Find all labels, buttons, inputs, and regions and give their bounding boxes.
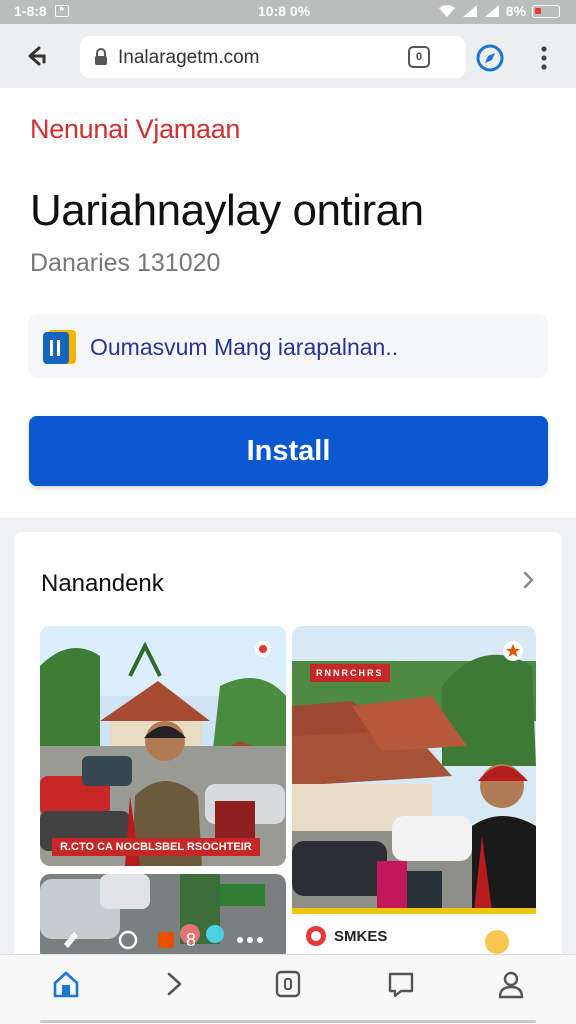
screenshot-image-3[interactable]: 8 [40,874,286,962]
back-arrow-icon[interactable] [22,40,54,72]
address-bar[interactable]: Inalaragetm.com 0 [80,36,466,78]
info-text: Oumasvum Mang iarapalnan.. [90,334,399,360]
battery-icon [532,4,560,18]
status-center: 10:8 0% [258,3,311,19]
signal-icon [462,5,477,17]
section-title: Nanandenk [41,570,164,597]
app-icon [43,330,76,364]
emoji-icon [485,930,509,954]
home-icon[interactable] [51,969,81,999]
svg-text:8: 8 [186,930,196,950]
tabs-icon[interactable] [273,969,303,999]
screenshot-image-2[interactable]: RNNRCHRS SMKES [292,626,536,956]
status-bar: 1-8:8 ⚑ 10:8 0% 8% [0,0,576,24]
browser-toolbar: Inalaragetm.com 0 [0,24,576,88]
app-title: Uariahnaylay ontiran [30,186,424,235]
lock-icon [95,48,107,65]
home-indicator [40,1020,536,1023]
screenshots-card: Nanandenk R.CTO CA NOCBLSBEL RSOCHTEIR R… [14,532,562,962]
promo-icon [306,926,326,946]
signal-icon-2 [484,5,499,17]
install-button[interactable]: Install [29,416,548,486]
image-footer: SMKES [292,908,536,956]
battery-percent: 8% [505,3,526,19]
account-icon[interactable] [496,969,526,999]
more-menu-icon[interactable] [534,44,554,72]
bottom-navigation [0,954,576,1024]
bookmarks-icon[interactable] [386,969,416,999]
image-footer-label: SMKES [334,928,388,945]
badge-icon [255,641,271,657]
image-caption: R.CTO CA NOCBLSBEL RSOCHTEIR [52,838,260,856]
status-left: 1-8:8 ⚑ [14,3,69,19]
compass-icon[interactable] [474,42,506,74]
wifi-icon [438,5,455,17]
site-name[interactable]: Nenunai Vjamaan [30,114,240,145]
url-text: Inalaragetm.com [118,47,260,68]
notification-icon: ⚑ [54,5,69,17]
info-card[interactable]: Oumasvum Mang iarapalnan.. [28,314,548,378]
tab-switcher-button[interactable]: 0 [408,46,430,68]
forward-icon[interactable] [160,969,190,999]
screenshot-image-1[interactable]: R.CTO CA NOCBLSBEL RSOCHTEIR [40,626,286,866]
image-banner: RNNRCHRS [310,664,390,682]
status-right: 8% [438,3,560,19]
status-time: 1-8:8 [14,3,47,19]
chevron-right-icon[interactable] [520,568,538,592]
image-actions: 8 [64,930,263,950]
star-badge-icon [503,641,523,661]
app-subtitle: Danaries 131020 [30,249,221,277]
